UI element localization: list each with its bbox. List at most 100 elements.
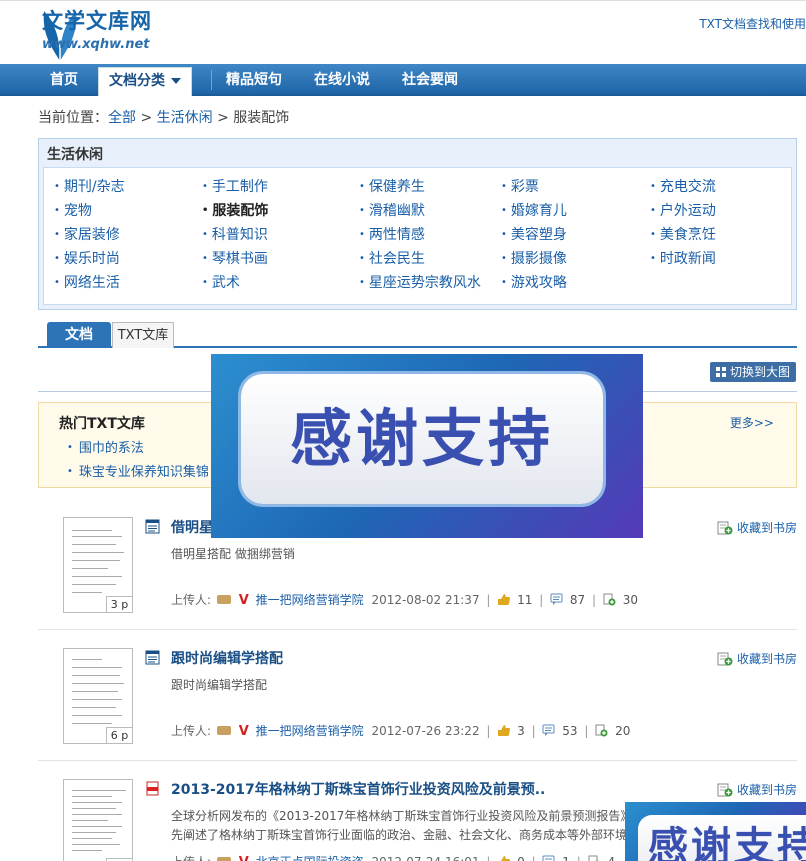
nav-doc-categories-label: 文档分类 — [109, 73, 165, 89]
category-item[interactable]: 宠物 — [54, 200, 92, 220]
doc-meta: 上传人: V 北京正点国际投资咨 2012-07-24 16:01 | 0 | … — [171, 853, 615, 861]
thumbnail-line — [72, 808, 116, 809]
comment-icon[interactable] — [542, 855, 555, 861]
category-item[interactable]: 婚嫁育儿 — [501, 200, 567, 220]
thumbnail-line — [72, 544, 116, 545]
nav-doc-categories[interactable]: 文档分类 — [98, 67, 192, 96]
like-count: 11 — [517, 593, 533, 607]
category-item[interactable]: 摄影摄像 — [501, 248, 567, 268]
add-doc-icon[interactable] — [595, 724, 608, 737]
thumbnail-line — [72, 790, 126, 791]
doc-title-link[interactable]: 借明星 — [171, 517, 213, 537]
uploader-link[interactable]: 推一把网络营销学院 — [256, 724, 364, 738]
doc-title-link[interactable]: 2013-2017年格林纳丁斯珠宝首饰行业投资风险及前景预.. — [171, 779, 545, 799]
category-item[interactable]: 娱乐时尚 — [54, 248, 120, 268]
comment-icon[interactable] — [542, 724, 555, 737]
thumbnail-line — [72, 723, 112, 724]
nav-home[interactable]: 首页 — [50, 64, 78, 94]
doc-thumbnail[interactable] — [63, 779, 133, 861]
thumbnail-line — [72, 699, 122, 700]
like-count: 3 — [517, 724, 525, 738]
breadcrumb-link-all[interactable]: 全部 — [108, 110, 136, 126]
collect-label: 收藏到书房 — [736, 783, 797, 797]
add-to-library-icon — [717, 652, 733, 666]
doc-title-link[interactable]: 跟时尚编辑学搭配 — [171, 648, 283, 668]
breadcrumb-link-life[interactable]: 生活休闲 — [157, 110, 213, 126]
thumbnail-line — [72, 850, 102, 851]
top-link[interactable]: TXT文档查找和使用 — [699, 15, 806, 32]
meta-separator: | — [486, 855, 490, 861]
switch-large-view-label: 切换到大图 — [730, 365, 791, 379]
uploader-link[interactable]: 推一把网络营销学院 — [256, 593, 364, 607]
hot-more-link[interactable]: 更多>> — [730, 414, 774, 431]
thumbnail-line — [72, 560, 120, 561]
category-item[interactable]: 游戏攻略 — [501, 272, 567, 292]
comment-icon[interactable] — [550, 593, 563, 606]
nav-social-news[interactable]: 社会要闻 — [402, 64, 458, 94]
thumbs-up-icon[interactable] — [497, 724, 511, 737]
tab-documents[interactable]: 文档 — [47, 322, 111, 348]
category-list: 期刊/杂志 手工制作 保健养生 彩票 充电交流宠物 服装配饰 滑稽幽默 婚嫁育儿 户外运动家居装… — [43, 167, 792, 305]
category-item[interactable]: 琴棋书画 — [202, 248, 268, 268]
meta-separator: | — [592, 593, 597, 607]
logo-url[interactable]: www.xqhw.net — [42, 37, 150, 52]
nav-short-sentences[interactable]: 精品短句 — [226, 64, 282, 94]
thumbnail-line — [72, 826, 122, 827]
switch-large-view-button[interactable]: 切换到大图 — [710, 362, 796, 382]
category-item[interactable]: 保健养生 — [359, 176, 425, 196]
uploader-label: 上传人: — [171, 724, 212, 738]
category-item[interactable]: 彩票 — [501, 176, 539, 196]
add-to-library-icon — [717, 783, 733, 797]
doc-description: 借明星搭配 做捆绑营销 — [171, 547, 295, 561]
thumbs-up-icon[interactable] — [497, 855, 511, 861]
category-item[interactable]: 武术 — [202, 272, 240, 292]
uploader-link[interactable]: 北京正点国际投资咨 — [256, 855, 364, 861]
verified-v-icon: V — [239, 855, 249, 861]
category-item[interactable]: 星座运势宗教风水 — [359, 272, 481, 292]
collect-to-library-button[interactable]: 收藏到书房 — [717, 519, 797, 536]
add-count: 30 — [622, 593, 639, 607]
category-item[interactable]: 家居装修 — [54, 224, 120, 244]
uploader-label: 上传人: — [171, 593, 212, 607]
category-item[interactable]: 服装配饰 — [202, 200, 268, 220]
collect-to-library-button[interactable]: 收藏到书房 — [717, 650, 797, 667]
thanks-banner-text: 感谢支持 — [241, 374, 603, 504]
category-item[interactable]: 网络生活 — [54, 272, 120, 292]
category-box: 生活休闲 期刊/杂志 手工制作 保健养生 彩票 充电交流宠物 服装配饰 滑稽幽默 婚嫁育儿 户外… — [38, 138, 797, 310]
thanks-banner[interactable]: 感谢支持 — [211, 354, 643, 538]
thumbnail-line — [72, 568, 108, 569]
main-nav: 首页 文档分类 精品短句 在线小说 社会要闻 — [0, 64, 806, 96]
document-item: 6 p 跟时尚编辑学搭配 跟时尚编辑学搭配 上传人: V 推一把网络营销学院 2… — [38, 648, 797, 766]
thumbs-up-icon[interactable] — [497, 593, 511, 606]
logo-text[interactable]: 文学文库网 — [42, 5, 152, 35]
tab-txt-library[interactable]: TXT文库 — [112, 322, 174, 348]
thumbnail-line — [72, 838, 112, 839]
category-item[interactable]: 两性情感 — [359, 224, 425, 244]
breadcrumb-separator: > — [140, 110, 153, 126]
thanks-banner-corner[interactable]: 感谢支持 — [625, 802, 806, 861]
collect-to-library-button[interactable]: 收藏到书房 — [717, 781, 797, 798]
category-item[interactable]: 充电交流 — [650, 176, 716, 196]
thumbnail-line — [72, 667, 122, 668]
page-count: 3 p — [106, 596, 132, 612]
thumbnail-line — [72, 715, 122, 716]
category-item[interactable]: 户外运动 — [650, 200, 716, 220]
add-doc-icon[interactable] — [588, 855, 601, 861]
thumbnail-line — [72, 683, 124, 684]
hot-item[interactable]: 围巾的系法 — [67, 437, 144, 456]
nav-online-novels[interactable]: 在线小说 — [314, 64, 370, 94]
category-item[interactable]: 科普知识 — [202, 224, 268, 244]
hot-item[interactable]: 珠宝专业保养知识集锦 — [67, 461, 209, 480]
user-level-icon — [216, 595, 231, 604]
thumbnail-line — [72, 820, 108, 821]
category-item[interactable]: 滑稽幽默 — [359, 200, 425, 220]
category-item[interactable]: 美容塑身 — [501, 224, 567, 244]
category-item[interactable]: 手工制作 — [202, 176, 268, 196]
doc-thumbnail[interactable]: 3 p — [63, 517, 133, 613]
doc-thumbnail[interactable]: 6 p — [63, 648, 133, 744]
add-doc-icon[interactable] — [603, 593, 616, 606]
category-item[interactable]: 美食烹饪 — [650, 224, 716, 244]
category-item[interactable]: 期刊/杂志 — [54, 176, 125, 196]
category-item[interactable]: 社会民生 — [359, 248, 425, 268]
category-item[interactable]: 时政新闻 — [650, 248, 716, 268]
